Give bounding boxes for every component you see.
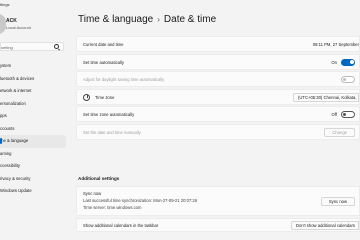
sidebar-item-windows-update[interactable]: Windows Update — [0, 185, 66, 198]
sidebar-item-privacy-security[interactable]: rivacy & security — [0, 173, 66, 186]
set-tz-auto-toggle[interactable] — [341, 111, 355, 119]
additional-settings: Sync now Last successful time synchroniz… — [76, 186, 360, 232]
set-time-auto-label: Set time automatically — [83, 59, 124, 65]
search-placeholder: setting — [1, 45, 13, 50]
profile-name: ACK — [6, 18, 17, 24]
sidebar: ACK Local Account setting ystem luetooth… — [0, 0, 66, 240]
sidebar-item-personalization[interactable]: ersonalization — [0, 98, 66, 111]
manual-time-label: Set the date and time manually — [83, 129, 141, 135]
time-zone-row: Time zone (UTC+05:30) Chennai, Kolkata, … — [76, 88, 360, 105]
sync-server: Time server: time.windows.com — [83, 205, 142, 210]
set-time-auto-toggle[interactable] — [341, 58, 355, 66]
sidebar-nav: ystem luetooth & devices etwork & intern… — [0, 60, 66, 198]
sidebar-item-accounts[interactable]: ccounts — [0, 123, 66, 136]
sync-row: Sync now Last successful time synchroniz… — [76, 186, 360, 216]
avatar — [0, 14, 6, 34]
breadcrumb-separator: › — [157, 15, 160, 24]
sidebar-item-accessibility[interactable]: ccessibility — [0, 160, 66, 173]
set-time-auto-state: On — [331, 59, 337, 65]
search-input[interactable]: setting — [0, 42, 64, 51]
dst-label: Adjust for daylight saving time automati… — [83, 77, 165, 83]
breadcrumb-section[interactable]: Time & language — [78, 14, 153, 25]
set-tz-auto-row: Set time zone automatically Off — [76, 106, 360, 123]
set-tz-auto-label: Set time zone automatically — [83, 112, 135, 118]
time-zone-label: Time zone — [95, 94, 115, 100]
page-title: Date & time — [163, 14, 217, 25]
user-profile[interactable]: ACK Local Account — [0, 14, 66, 36]
sync-last-time: Last successful time synchronization: Mo… — [83, 198, 198, 203]
set-time-auto-row: Set time automatically On — [76, 53, 360, 70]
search-icon[interactable] — [54, 44, 59, 49]
sidebar-item-apps[interactable]: pps — [0, 110, 66, 123]
calendars-select[interactable]: Don't show additional calendars — [291, 220, 359, 230]
calendars-row: Show additional calendars in the taskbar… — [76, 217, 360, 232]
sidebar-item-network-internet[interactable]: etwork & internet — [0, 85, 66, 98]
date-time-settings: Current date and time 08:11 PM, 27 Septe… — [76, 36, 360, 142]
manual-time-row: Set the date and time manually Change — [76, 123, 360, 140]
sidebar-item-bluetooth-devices[interactable]: luetooth & devices — [0, 73, 66, 86]
dst-row: Adjust for daylight saving time automati… — [76, 71, 360, 88]
sidebar-item-gaming[interactable]: aming — [0, 148, 66, 161]
sidebar-item-time-language[interactable]: me & language — [0, 135, 66, 148]
current-date-time-label: Current date and time — [83, 42, 124, 47]
current-date-time-row: Current date and time 08:11 PM, 27 Septe… — [76, 36, 360, 52]
sidebar-item-system[interactable]: ystem — [0, 60, 66, 73]
sync-title: Sync now — [83, 191, 102, 196]
dst-toggle — [341, 76, 355, 84]
set-tz-auto-state: Off — [331, 112, 337, 118]
clock-icon — [83, 93, 90, 101]
calendars-label: Show additional calendars in the taskbar — [83, 222, 159, 228]
profile-account-type: Local Account — [6, 25, 31, 30]
time-zone-select[interactable]: (UTC+05:30) Chennai, Kolkata, Mumbai, Ne… — [293, 92, 359, 102]
breadcrumb: Time & language › Date & time — [78, 14, 216, 25]
sync-now-button[interactable]: Sync now — [320, 197, 355, 206]
current-date-time-value: 08:11 PM, 27 September — [312, 42, 359, 47]
change-button: Change — [324, 127, 355, 137]
additional-settings-heading: Additional settings — [78, 176, 120, 181]
